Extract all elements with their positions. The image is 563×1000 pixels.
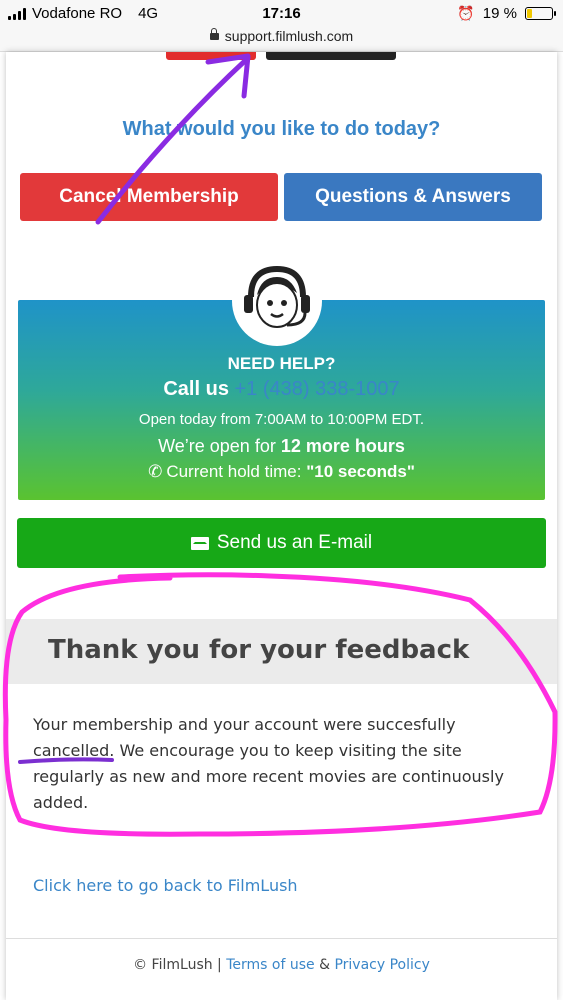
need-help-title: NEED HELP? — [227, 354, 336, 373]
url-text: support.filmlush.com — [224, 28, 354, 44]
hold-time-prefix: Current hold time: — [166, 462, 302, 481]
footer-copyright: © FilmLush | — [133, 957, 222, 973]
alarm-icon: ⏰ — [457, 5, 475, 21]
page-headline: What would you like to do today? — [122, 118, 441, 140]
call-us-label: Call us — [163, 378, 229, 400]
terms-link[interactable]: Terms of use — [226, 957, 314, 973]
phone-link[interactable]: +1 (438) 338-1007 — [235, 378, 400, 400]
feedback-message: Your membership and your account were su… — [33, 715, 504, 812]
opening-hours: Open today from 7:00AM to 10:00PM EDT. — [138, 411, 425, 428]
back-to-filmlush-link[interactable]: Click here to go back to FilmLush — [33, 876, 298, 895]
battery-level — [527, 9, 532, 18]
address-bar[interactable]: support.filmlush.com — [0, 28, 563, 52]
hold-time: ✆ Current hold time: "10 seconds" — [18, 462, 545, 482]
privacy-link[interactable]: Privacy Policy — [334, 957, 429, 973]
questions-answers-button[interactable]: Questions & Answers — [284, 173, 542, 221]
open-remaining-hours: 12 more hours — [280, 436, 405, 456]
battery-icon — [525, 7, 556, 20]
footer: © FilmLush | Terms of use & Privacy Poli… — [6, 957, 557, 973]
call-us-line: Call us +1 (438) 338-1007 — [18, 378, 545, 401]
envelope-icon — [190, 536, 209, 550]
battery-percent: 19 % — [482, 5, 517, 22]
hold-time-value: "10 seconds" — [306, 462, 415, 481]
web-page: What would you like to do today? Cancel … — [6, 52, 557, 1000]
support-agent-icon — [232, 256, 322, 346]
send-email-label: Send us an E-mail — [216, 532, 373, 553]
feedback-title: Thank you for your feedback — [48, 635, 470, 665]
cancel-membership-button[interactable]: Cancel Membership — [20, 173, 278, 221]
open-remaining: We’re open for 12 more hours — [18, 436, 545, 457]
status-bar: Vodafone RO 4G 17:16 ⏰ 19 % — [0, 0, 563, 28]
footer-ampersand: & — [319, 957, 331, 973]
open-remaining-prefix: We’re open for — [158, 436, 276, 456]
phone-icon: ✆ — [148, 462, 163, 481]
lock-icon — [209, 28, 219, 40]
filmlush-logo[interactable] — [166, 52, 406, 62]
send-email-button[interactable]: Send us an E-mail — [17, 518, 546, 568]
footer-divider — [6, 938, 557, 939]
